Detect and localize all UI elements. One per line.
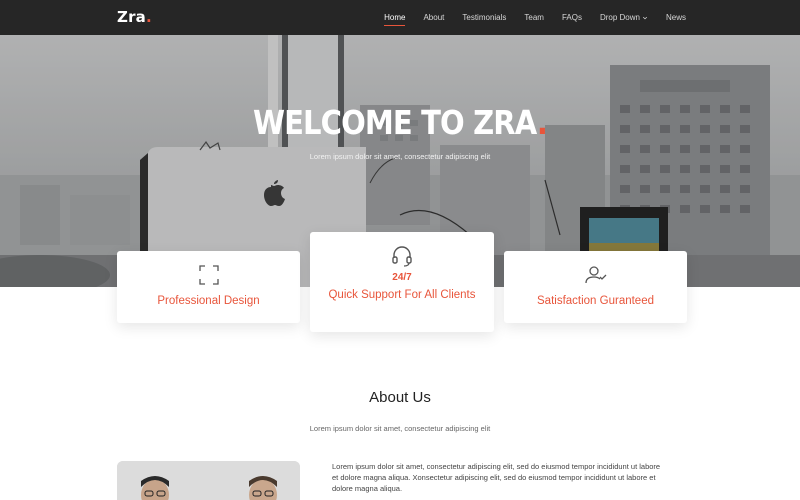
user-check-icon xyxy=(584,266,606,284)
nav-item-about[interactable]: About xyxy=(423,0,444,35)
about-paragraph-line: dolore magna aliqua. xyxy=(332,484,403,493)
hero-title-text: WELCOME TO ZRA xyxy=(252,103,538,142)
feature-card-quick-support[interactable]: 24/7 Quick Support For All Clients xyxy=(310,232,494,332)
brand-dot: . xyxy=(146,8,152,26)
nav-item-faqs[interactable]: FAQs xyxy=(562,0,582,35)
nav-item-team[interactable]: Team xyxy=(524,0,544,35)
brand-name: Zra xyxy=(117,8,146,26)
about-paragraph: Lorem ipsum dolor sit amet, consectetur … xyxy=(332,461,692,494)
feature-card-satisfaction[interactable]: Satisfaction Guranteed xyxy=(504,251,687,323)
expand-icon xyxy=(198,265,219,285)
nav-item-label: Team xyxy=(524,13,544,22)
headset-icon xyxy=(392,246,412,267)
feature-title: Satisfaction Guranteed xyxy=(537,295,654,307)
about-image xyxy=(117,461,300,500)
main-nav: Home About Testimonials Team FAQs Drop D… xyxy=(366,0,686,35)
hero-subtitle: Lorem ipsum dolor sit amet, consectetur … xyxy=(309,152,491,161)
nav-item-label: FAQs xyxy=(561,13,582,22)
hero-title-dot: . xyxy=(536,103,548,142)
feature-title: Quick Support For All Clients xyxy=(328,289,476,301)
nav-item-label: News xyxy=(665,13,686,22)
nav-item-label: Home xyxy=(384,13,406,22)
about-title: About Us xyxy=(369,389,431,406)
about-paragraph-line: et dolore magna aliqua. Xonsectetur adip… xyxy=(332,473,656,482)
about-paragraph-line: Lorem ipsum dolor sit amet, consectetur … xyxy=(332,462,661,471)
feature-card-professional-design[interactable]: Professional Design xyxy=(117,251,300,323)
nav-item-testimonials[interactable]: Testimonials xyxy=(462,0,506,35)
team-photo xyxy=(117,461,300,500)
hero-title: WELCOME TO ZRA. xyxy=(48,103,752,142)
nav-item-dropdown[interactable]: Drop Down xyxy=(600,0,648,35)
nav-item-news[interactable]: News xyxy=(666,0,686,35)
top-navbar: Zra. Home About Testimonials Team FAQs D… xyxy=(0,0,800,35)
nav-item-label: Testimonials xyxy=(462,13,507,22)
feature-tag: 24/7 xyxy=(392,272,412,283)
nav-item-label: About xyxy=(423,13,445,22)
about-subtitle: Lorem ipsum dolor sit amet, consectetur … xyxy=(309,424,491,433)
brand-logo[interactable]: Zra. xyxy=(117,8,152,26)
nav-item-label: Drop Down xyxy=(599,13,640,22)
feature-title: Professional Design xyxy=(157,295,260,307)
chevron-down-icon xyxy=(642,16,648,19)
nav-item-home[interactable]: Home xyxy=(384,0,406,35)
